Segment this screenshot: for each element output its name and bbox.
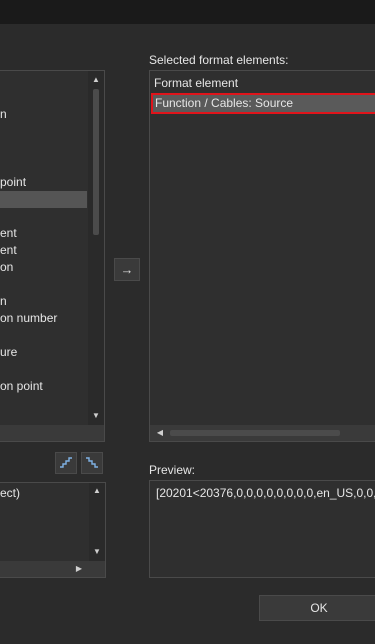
list-item[interactable]: on number: [0, 310, 87, 327]
title-bar: [0, 0, 375, 24]
list-item[interactable]: ent: [0, 242, 87, 259]
scroll-left-icon[interactable]: ◀: [152, 426, 168, 440]
list-item[interactable]: ect): [0, 485, 88, 502]
arrow-right-icon: →: [120, 262, 134, 277]
list-item[interactable]: n: [0, 293, 87, 310]
list-item[interactable]: ure: [0, 344, 87, 361]
sort-ascending-icon: [60, 457, 72, 468]
list-item[interactable]: n: [0, 106, 87, 123]
lower-elements-list[interactable]: ect) ▲ ▼ ▶: [0, 482, 106, 578]
list-item[interactable]: ent: [0, 225, 87, 242]
sort-descending-button[interactable]: [81, 452, 103, 474]
scroll-up-icon[interactable]: ▲: [89, 484, 105, 498]
list-item[interactable]: on point: [0, 378, 87, 395]
sort-descending-icon: [86, 457, 98, 468]
list-item-selected[interactable]: Function / Cables: Source: [151, 93, 375, 114]
selected-elements-list[interactable]: Format element Function / Cables: Source…: [149, 70, 375, 442]
list-item[interactable]: Format element: [154, 74, 375, 93]
sort-ascending-button[interactable]: [55, 452, 77, 474]
list-item-selected[interactable]: [0, 191, 87, 208]
scroll-down-icon[interactable]: ▼: [89, 545, 105, 559]
vertical-scrollbar[interactable]: ▲ ▼: [88, 71, 104, 425]
list-item[interactable]: on: [0, 259, 87, 276]
preview-value: [20201<20376,0,0,0,0,0,0,0,0,en_US,0,0,0…: [156, 486, 375, 500]
available-elements-list[interactable]: n point ent ent on n on number ure on po…: [0, 70, 105, 442]
ok-button[interactable]: OK: [259, 595, 375, 621]
horizontal-scrollbar[interactable]: ◀: [150, 425, 375, 441]
scrollbar-thumb[interactable]: [170, 430, 340, 436]
preview-label: Preview:: [149, 463, 196, 477]
list-item[interactable]: point: [0, 174, 87, 191]
scroll-up-icon[interactable]: ▲: [88, 73, 104, 87]
horizontal-scrollbar[interactable]: [0, 425, 104, 441]
selected-elements-label: Selected format elements:: [149, 53, 289, 67]
scroll-down-icon[interactable]: ▼: [88, 409, 104, 423]
horizontal-scrollbar[interactable]: ▶: [0, 561, 105, 577]
scroll-right-icon[interactable]: ▶: [71, 562, 87, 576]
scrollbar-thumb[interactable]: [93, 89, 99, 235]
vertical-scrollbar[interactable]: ▲ ▼: [89, 483, 105, 561]
preview-box: [20201<20376,0,0,0,0,0,0,0,0,en_US,0,0,0…: [149, 480, 375, 578]
add-element-button[interactable]: →: [114, 258, 140, 281]
